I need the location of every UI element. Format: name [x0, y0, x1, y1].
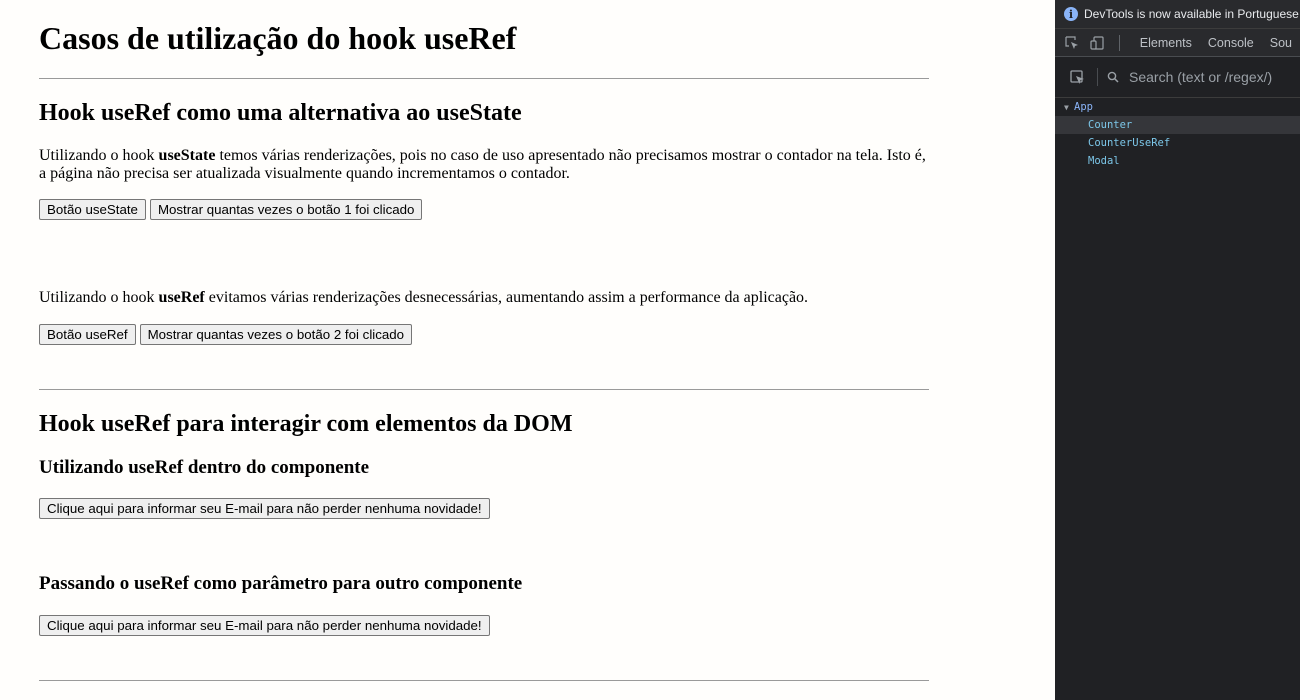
search-divider — [1097, 68, 1098, 86]
page-title: Casos de utilização do hook useRef — [39, 20, 517, 56]
email-modal-button-2[interactable]: Clique aqui para informar seu E-mail par… — [39, 615, 490, 636]
usestate-button-row: Botão useState Mostrar quantas vezes o b… — [39, 199, 423, 220]
tab-elements[interactable]: Elements — [1132, 36, 1200, 50]
tree-node-label: App — [1074, 101, 1093, 113]
component-picker-icon[interactable] — [1069, 69, 1085, 85]
infobar-text: DevTools is now available in Portuguese — [1084, 7, 1299, 21]
devtools-panel: i DevTools is now available in Portugues… — [1055, 0, 1300, 700]
show-button-1-clicks-button[interactable]: Mostrar quantas vezes o botão 1 foi clic… — [149, 199, 423, 220]
divider — [39, 78, 929, 79]
info-icon: i — [1064, 7, 1078, 21]
component-tree: ▼ App Counter CounterUseRef Modal — [1055, 98, 1300, 170]
device-toolbar-icon[interactable] — [1090, 35, 1105, 51]
element-picker-icon[interactable] — [1065, 35, 1080, 51]
collapse-arrow-icon[interactable]: ▼ — [1064, 99, 1074, 117]
devtools-tabbar: Elements Console Sou — [1055, 29, 1300, 57]
useref-description: Utilizando o hook useRef evitamos várias… — [39, 289, 929, 307]
useref-keyword: useRef — [158, 289, 205, 306]
toolbar-divider — [1118, 34, 1120, 51]
tree-node-modal[interactable]: Modal — [1055, 152, 1300, 170]
section-heading-usestate-alternative: Hook useRef como uma alternativa ao useS… — [39, 100, 522, 126]
usestate-button[interactable]: Botão useState — [39, 199, 146, 220]
useref-button[interactable]: Botão useRef — [39, 324, 136, 345]
tree-node-counteruseref[interactable]: CounterUseRef — [1055, 134, 1300, 152]
useref-button-row: Botão useRef Mostrar quantas vezes o bot… — [39, 324, 413, 345]
usestate-keyword: useState — [158, 147, 216, 164]
usestate-description-text: Utilizando o hook — [39, 147, 159, 164]
tree-node-app[interactable]: ▼ App — [1055, 98, 1300, 116]
email-button-row-1: Clique aqui para informar seu E-mail par… — [39, 498, 490, 519]
search-icon — [1106, 70, 1120, 84]
divider — [39, 680, 929, 681]
tab-console[interactable]: Console — [1200, 36, 1262, 50]
usestate-description: Utilizando o hook useState temos várias … — [39, 147, 929, 183]
email-button-row-2: Clique aqui para informar seu E-mail par… — [39, 615, 490, 636]
subheading-inside-component: Utilizando useRef dentro do componente — [39, 457, 370, 478]
section-heading-dom-interaction: Hook useRef para interagir com elementos… — [39, 411, 573, 437]
devtools-language-infobar: i DevTools is now available in Portugues… — [1055, 0, 1300, 29]
page-viewport: Casos de utilização do hook useRef Hook … — [0, 0, 1055, 700]
tree-node-counter[interactable]: Counter — [1055, 116, 1300, 134]
component-search-input[interactable]: Search (text or /regex/) — [1129, 69, 1272, 85]
divider — [39, 389, 929, 390]
component-search-bar: Search (text or /regex/) — [1055, 57, 1300, 98]
useref-description-rest: evitamos várias renderizações desnecessá… — [204, 289, 809, 306]
useref-description-text: Utilizando o hook — [39, 289, 159, 306]
tab-sources[interactable]: Sou — [1262, 36, 1300, 50]
show-button-2-clicks-button[interactable]: Mostrar quantas vezes o botão 2 foi clic… — [139, 324, 413, 345]
email-modal-button-1[interactable]: Clique aqui para informar seu E-mail par… — [39, 498, 490, 519]
subheading-pass-as-parameter: Passando o useRef como parâmetro para ou… — [39, 573, 523, 594]
